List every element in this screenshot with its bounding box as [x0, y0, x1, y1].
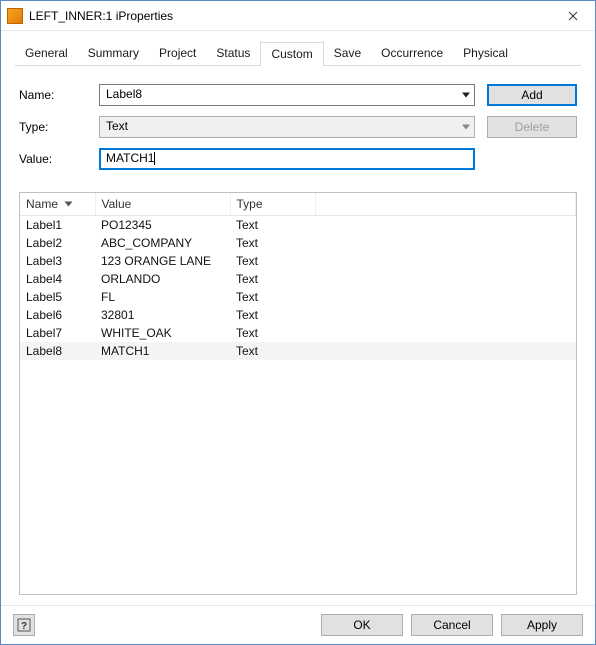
cell-type: Text: [230, 288, 315, 306]
cell-name: Label3: [20, 252, 95, 270]
column-name[interactable]: Name: [20, 193, 95, 216]
tab-save[interactable]: Save: [324, 42, 371, 67]
tab-custom[interactable]: Custom: [260, 42, 323, 67]
dialog-footer: ? OK Cancel Apply: [1, 605, 595, 644]
titlebar: LEFT_INNER:1 iProperties: [1, 1, 595, 31]
cell-type: Text: [230, 216, 315, 235]
cell-type: Text: [230, 324, 315, 342]
close-icon: [568, 11, 578, 21]
name-label: Name:: [19, 88, 99, 102]
delete-button: Delete: [487, 116, 577, 138]
type-label: Type:: [19, 120, 99, 134]
cell-value: ABC_COMPANY: [95, 234, 230, 252]
cell-name: Label2: [20, 234, 95, 252]
apply-button[interactable]: Apply: [501, 614, 583, 636]
help-button[interactable]: ?: [13, 614, 35, 636]
column-spacer: [315, 193, 576, 216]
cell-name: Label4: [20, 270, 95, 288]
chevron-down-icon: [462, 125, 470, 130]
value-input[interactable]: MATCH1: [99, 148, 475, 170]
tabstrip: General Summary Project Status Custom Sa…: [1, 31, 595, 66]
tab-physical[interactable]: Physical: [453, 42, 518, 67]
value-input-text: MATCH1: [106, 151, 154, 165]
chevron-down-icon: [462, 93, 470, 98]
table-row[interactable]: Label8MATCH1Text: [20, 342, 576, 360]
svg-text:?: ?: [21, 621, 27, 632]
tab-general[interactable]: General: [15, 42, 78, 67]
table-row[interactable]: Label632801Text: [20, 306, 576, 324]
table-row[interactable]: Label3123 ORANGE LANEText: [20, 252, 576, 270]
column-value[interactable]: Value: [95, 193, 230, 216]
cell-type: Text: [230, 342, 315, 360]
cell-value: ORLANDO: [95, 270, 230, 288]
cell-type: Text: [230, 270, 315, 288]
app-icon: [7, 8, 23, 24]
cell-name: Label7: [20, 324, 95, 342]
cell-name: Label1: [20, 216, 95, 235]
properties-table-wrap: Name Value Type Label1PO12345TextLabel2A…: [19, 192, 577, 595]
form-area: Name: Label8 Add Type: Text: [1, 66, 595, 186]
cell-name: Label8: [20, 342, 95, 360]
name-combobox[interactable]: Label8: [99, 84, 475, 106]
cell-name: Label5: [20, 288, 95, 306]
cell-type: Text: [230, 252, 315, 270]
cell-value: 32801: [95, 306, 230, 324]
value-label: Value:: [19, 152, 99, 166]
cell-value: 123 ORANGE LANE: [95, 252, 230, 270]
type-combobox-value: Text: [106, 119, 128, 133]
cell-value: PO12345: [95, 216, 230, 235]
properties-table[interactable]: Name Value Type Label1PO12345TextLabel2A…: [20, 193, 576, 360]
name-combobox-value: Label8: [106, 87, 142, 101]
help-icon: ?: [17, 618, 31, 632]
window-title: LEFT_INNER:1 iProperties: [29, 9, 550, 23]
cell-value: WHITE_OAK: [95, 324, 230, 342]
cell-type: Text: [230, 234, 315, 252]
table-row[interactable]: Label5FLText: [20, 288, 576, 306]
table-row[interactable]: Label4ORLANDOText: [20, 270, 576, 288]
text-caret: [154, 152, 155, 165]
ok-button[interactable]: OK: [321, 614, 403, 636]
tab-project[interactable]: Project: [149, 42, 206, 67]
cell-value: FL: [95, 288, 230, 306]
add-button[interactable]: Add: [487, 84, 577, 106]
cell-type: Text: [230, 306, 315, 324]
tab-status[interactable]: Status: [206, 42, 260, 67]
type-combobox[interactable]: Text: [99, 116, 475, 138]
cell-value: MATCH1: [95, 342, 230, 360]
iproperties-dialog: LEFT_INNER:1 iProperties General Summary…: [0, 0, 596, 645]
cell-name: Label6: [20, 306, 95, 324]
column-type[interactable]: Type: [230, 193, 315, 216]
close-button[interactable]: [550, 1, 595, 30]
table-row[interactable]: Label1PO12345Text: [20, 216, 576, 235]
table-row[interactable]: Label2ABC_COMPANYText: [20, 234, 576, 252]
tab-occurrence[interactable]: Occurrence: [371, 42, 453, 67]
cancel-button[interactable]: Cancel: [411, 614, 493, 636]
table-row[interactable]: Label7WHITE_OAKText: [20, 324, 576, 342]
tab-summary[interactable]: Summary: [78, 42, 149, 67]
